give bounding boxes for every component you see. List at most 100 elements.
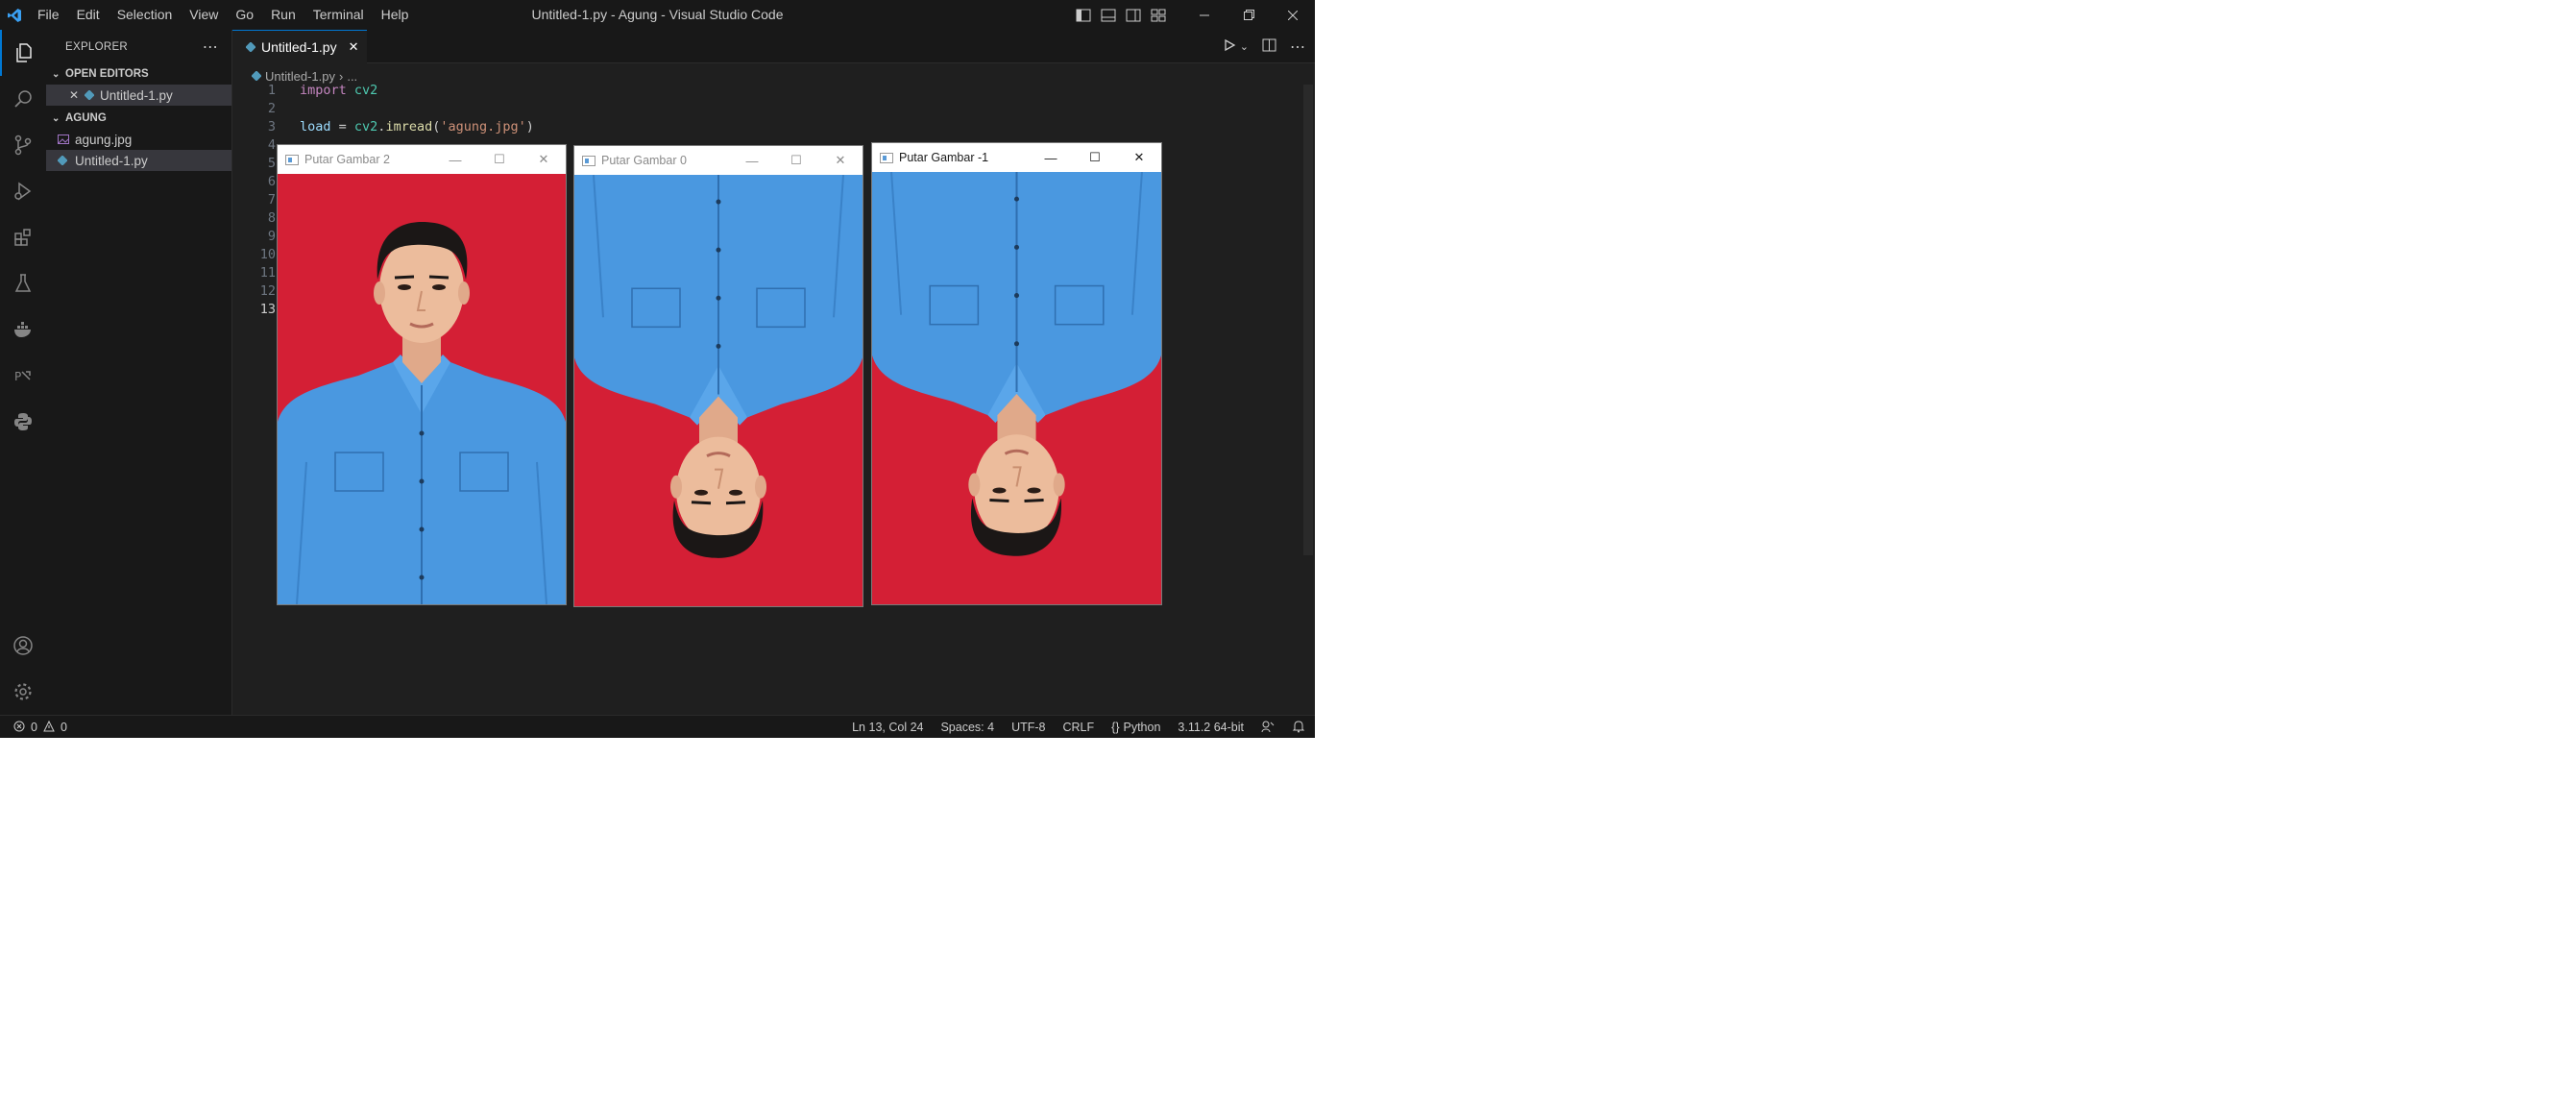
- image-window-titlebar[interactable]: Putar Gambar -1 — ☐ ✕: [872, 143, 1161, 172]
- restore-button[interactable]: [1227, 0, 1271, 30]
- image-window-putar-0[interactable]: Putar Gambar 0 — ☐ ✕: [574, 146, 863, 606]
- toggle-primary-sidebar-icon[interactable]: [1071, 0, 1096, 30]
- tab-untitled-1[interactable]: Untitled-1.py ✕: [232, 30, 367, 63]
- python-icon[interactable]: [0, 399, 46, 445]
- image-window-putar-2[interactable]: Putar Gambar 2 — ☐ ✕: [278, 145, 566, 604]
- menu-go[interactable]: Go: [227, 0, 262, 30]
- code-line-1: import cv2: [300, 83, 377, 98]
- activity-bar: P: [0, 30, 46, 715]
- file-item[interactable]: agung.jpg: [46, 129, 231, 150]
- open-editors-section[interactable]: ⌄ OPEN EDITORS: [46, 63, 231, 85]
- error-count: 0: [31, 721, 37, 734]
- menu-file[interactable]: File: [29, 0, 68, 30]
- accounts-icon[interactable]: [0, 623, 46, 669]
- more-actions-icon[interactable]: ⋯: [1290, 37, 1305, 57]
- menu-terminal[interactable]: Terminal: [304, 0, 373, 30]
- folder-label: AGUNG: [65, 112, 107, 124]
- chevron-down-icon[interactable]: ⌄: [1240, 40, 1249, 53]
- maximize-button[interactable]: ☐: [477, 145, 522, 174]
- window-app-icon: [285, 154, 299, 165]
- line-number: 4: [267, 137, 276, 153]
- menu-run[interactable]: Run: [262, 0, 304, 30]
- language-mode[interactable]: {} Python: [1111, 721, 1160, 734]
- maximize-button[interactable]: ☐: [1073, 143, 1117, 172]
- encoding[interactable]: UTF-8: [1011, 721, 1045, 734]
- line-number: 7: [267, 192, 276, 208]
- editor-tabs: Untitled-1.py ✕ ⌄ ⋯: [232, 30, 1315, 63]
- testing-flask-icon[interactable]: [0, 260, 46, 306]
- indentation[interactable]: Spaces: 4: [940, 721, 994, 734]
- image-window-putar-minus-1[interactable]: Putar Gambar -1 — ☐ ✕: [872, 143, 1161, 604]
- feedback-icon[interactable]: [1261, 720, 1275, 736]
- minimize-button[interactable]: [1182, 0, 1227, 30]
- tab-label: Untitled-1.py: [261, 39, 337, 55]
- source-control-icon[interactable]: [0, 122, 46, 168]
- scrollbar-thumb[interactable]: [1303, 85, 1313, 555]
- code-string: 'agung.jpg': [440, 119, 526, 135]
- chevron-right-icon: ›: [338, 68, 344, 84]
- portrait-image-rotated: [574, 175, 863, 606]
- language-label: Python: [1123, 721, 1161, 734]
- run-debug-icon[interactable]: [0, 168, 46, 214]
- close-button[interactable]: ✕: [1117, 143, 1161, 172]
- maximize-button[interactable]: ☐: [774, 146, 818, 175]
- line-number: 8: [267, 210, 276, 226]
- window-app-icon: [582, 155, 595, 166]
- minimize-button[interactable]: —: [433, 145, 477, 174]
- more-actions-icon[interactable]: ⋯: [203, 37, 218, 57]
- remote-explorer-icon[interactable]: P: [0, 353, 46, 399]
- menu-edit[interactable]: Edit: [68, 0, 109, 30]
- split-editor-icon[interactable]: [1262, 38, 1276, 55]
- image-window-title: Putar Gambar -1: [899, 151, 989, 164]
- breadcrumb-more[interactable]: ...: [347, 69, 357, 84]
- run-python-file-icon[interactable]: [1223, 38, 1236, 55]
- image-window-titlebar[interactable]: Putar Gambar 2 — ☐ ✕: [278, 145, 566, 174]
- breadcrumb-file[interactable]: Untitled-1.py: [265, 69, 335, 84]
- image-window-titlebar[interactable]: Putar Gambar 0 — ☐ ✕: [574, 146, 863, 175]
- close-editor-icon[interactable]: ✕: [69, 88, 85, 102]
- image-canvas: [278, 174, 566, 604]
- python-file-icon: [85, 90, 100, 100]
- settings-gear-icon[interactable]: [0, 669, 46, 715]
- close-button[interactable]: [1271, 0, 1315, 30]
- editor-scrollbar[interactable]: [1301, 85, 1315, 715]
- search-icon[interactable]: [0, 76, 46, 122]
- python-interpreter[interactable]: 3.11.2 64-bit: [1178, 721, 1244, 734]
- toggle-secondary-sidebar-icon[interactable]: [1121, 0, 1146, 30]
- close-button[interactable]: ✕: [818, 146, 863, 175]
- minimize-button[interactable]: —: [730, 146, 774, 175]
- minimize-button[interactable]: —: [1029, 143, 1073, 172]
- open-editors-label: OPEN EDITORS: [65, 68, 149, 80]
- customize-layout-icon[interactable]: [1146, 0, 1171, 30]
- code-module: cv2: [353, 119, 378, 135]
- menu-selection[interactable]: Selection: [109, 0, 182, 30]
- image-canvas: [872, 172, 1161, 604]
- docker-icon[interactable]: [0, 306, 46, 353]
- folder-section[interactable]: ⌄ AGUNG: [46, 108, 231, 129]
- menu-view[interactable]: View: [181, 0, 227, 30]
- vscode-logo-icon: [0, 0, 29, 30]
- open-editor-item[interactable]: ✕ Untitled-1.py: [46, 85, 231, 106]
- notifications-bell-icon[interactable]: [1292, 720, 1305, 736]
- explorer-header: EXPLORER ⋯: [46, 30, 231, 63]
- menu-help[interactable]: Help: [373, 0, 418, 30]
- close-tab-icon[interactable]: ✕: [349, 39, 359, 55]
- extensions-icon[interactable]: [0, 214, 46, 260]
- error-icon: [13, 721, 25, 735]
- explorer-icon[interactable]: [0, 30, 46, 76]
- file-item[interactable]: Untitled-1.py: [46, 150, 231, 171]
- line-number: 10: [259, 247, 276, 262]
- image-canvas: [574, 175, 863, 606]
- toggle-panel-icon[interactable]: [1096, 0, 1121, 30]
- line-number-active: 13: [259, 302, 276, 317]
- vscode-window: File Edit Selection View Go Run Terminal…: [0, 0, 1315, 738]
- line-number: 12: [259, 283, 276, 299]
- python-file-icon: [58, 156, 75, 165]
- end-of-line[interactable]: CRLF: [1062, 721, 1094, 734]
- python-file-icon: [252, 71, 265, 81]
- close-button[interactable]: ✕: [522, 145, 566, 174]
- problems-status[interactable]: 0 0: [13, 716, 67, 738]
- title-bar: File Edit Selection View Go Run Terminal…: [0, 0, 1315, 30]
- status-bar: 0 0 Ln 13, Col 24 Spaces: 4 UTF-8 CRLF {…: [0, 715, 1315, 738]
- cursor-position[interactable]: Ln 13, Col 24: [852, 721, 923, 734]
